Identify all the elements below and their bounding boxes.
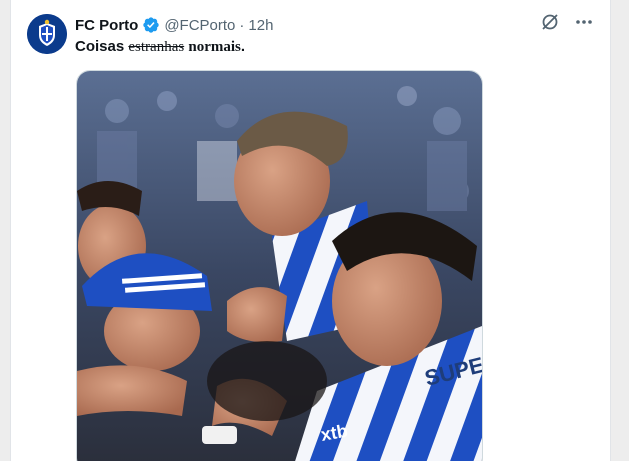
tweet-text-struck: estranhas	[128, 39, 185, 55]
author-name[interactable]: FC Porto	[75, 17, 138, 34]
tweet-text-part2: normais	[188, 39, 241, 55]
more-icon[interactable]	[574, 12, 594, 32]
tweet-actions	[540, 12, 594, 32]
grok-icon[interactable]	[540, 12, 560, 32]
avatar[interactable]	[27, 14, 67, 54]
tweet-text: Coisas estranhas normais.	[75, 38, 245, 56]
separator-dot: ·	[239, 16, 245, 34]
verified-badge-icon	[142, 16, 160, 34]
timestamp[interactable]: 12h	[248, 17, 273, 34]
tweet-text-part1: Coisas	[75, 38, 125, 55]
tweet-header: FC Porto @FCPorto · 12h	[75, 15, 273, 35]
author-handle[interactable]: @FCPorto	[164, 17, 235, 34]
tweet-media-photo[interactable]: SUPER xtb	[76, 70, 483, 461]
tweet-card[interactable]: FC Porto @FCPorto · 12h Coisas estranhas…	[10, 0, 611, 461]
tweet-text-end: .	[240, 38, 246, 55]
